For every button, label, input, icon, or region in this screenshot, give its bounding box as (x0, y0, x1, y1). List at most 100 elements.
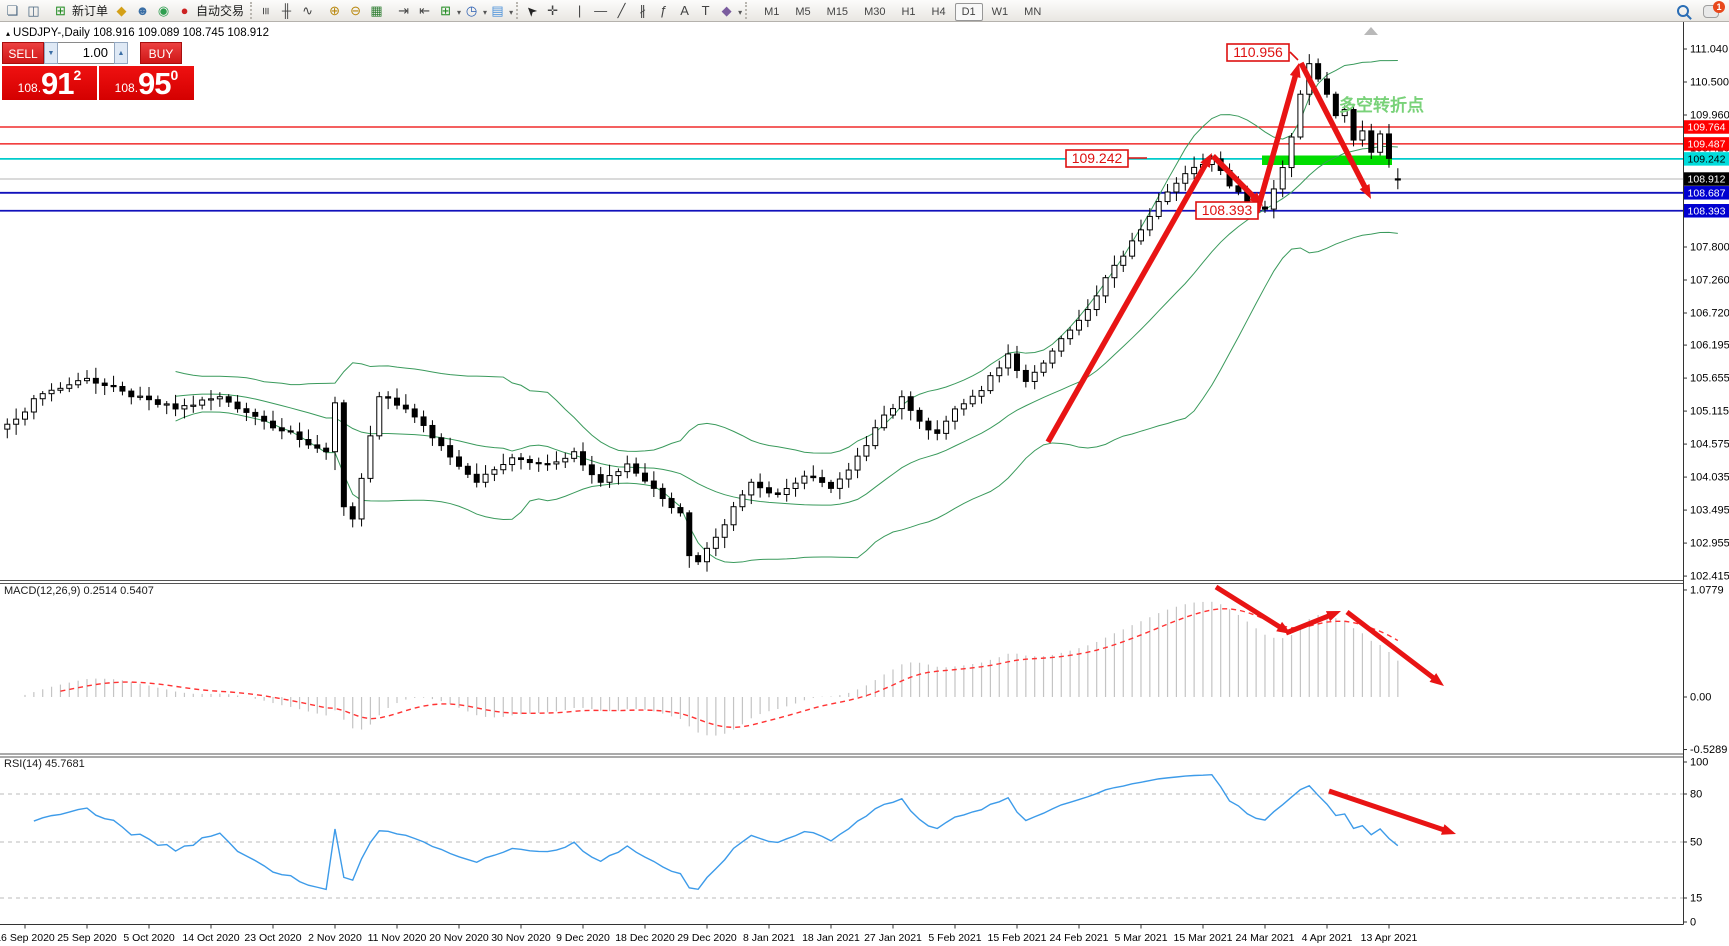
date-label[interactable]: 13 Apr 2021 (1361, 932, 1418, 944)
arrows-shapes-icon[interactable]: ◆ (717, 2, 736, 20)
volume-input[interactable]: 1.00 (58, 42, 114, 64)
trend-arrow-head[interactable] (1441, 824, 1456, 834)
date-label[interactable]: 5 Mar 2021 (1114, 932, 1167, 944)
tile-windows-icon[interactable]: ▦ (367, 2, 386, 20)
timeframe-mn[interactable]: MN (1017, 3, 1048, 21)
new-chart-window-icon[interactable]: ❏ (3, 2, 22, 20)
autotrading-button[interactable]: ● (175, 2, 194, 20)
zoom-in-icon[interactable]: ⊕ (325, 2, 344, 20)
signals-icon[interactable]: ◉ (154, 2, 173, 20)
candle-body (1130, 241, 1135, 256)
trendline-icon[interactable]: ╱ (612, 2, 631, 20)
date-label[interactable]: 25 Sep 2020 (57, 932, 117, 944)
date-label[interactable]: 27 Jan 2021 (864, 932, 922, 944)
search-icon[interactable] (1677, 5, 1689, 17)
equidistant-channel-icon[interactable]: ∦ (633, 2, 652, 20)
buy-price-box[interactable]: 108. 95 0 (99, 66, 194, 100)
new-order-button-label[interactable]: 新订单 (72, 4, 108, 18)
vertical-line-icon[interactable]: | (570, 2, 589, 20)
text-icon[interactable]: A (675, 2, 694, 20)
history-center-icon[interactable]: ◆ (112, 2, 131, 20)
timeframe-m15[interactable]: M15 (820, 3, 855, 21)
date-label[interactable]: 9 Dec 2020 (556, 932, 610, 944)
trend-arrow[interactable] (1048, 161, 1208, 442)
date-label[interactable]: 30 Nov 2020 (491, 932, 551, 944)
timeframe-h1[interactable]: H1 (894, 3, 922, 21)
timeframe-d1[interactable]: D1 (955, 3, 983, 21)
candle-body (111, 385, 116, 386)
green-zone-bar[interactable] (1262, 156, 1392, 166)
trend-arrow-head[interactable] (1326, 611, 1341, 621)
indicators-icon-caret[interactable]: ▾ (457, 8, 461, 17)
templates-icon[interactable]: ▤ (488, 2, 507, 20)
sell-price-box[interactable]: 108. 91 2 (2, 66, 97, 100)
scroll-marker-icon[interactable] (1364, 27, 1378, 35)
price-tick-label: 106.720 (1690, 307, 1729, 319)
periods-icon[interactable]: ◷ (462, 2, 481, 20)
candle-body (1032, 372, 1037, 381)
autotrading-button-label[interactable]: 自动交易 (196, 4, 244, 18)
date-label[interactable]: 18 Dec 2020 (615, 932, 675, 944)
candle-body (1316, 64, 1321, 79)
main-toolbar: ❏◫⊞新订单◆☻◉●自动交易≡╫∿⊕⊖▦⇥⇤⊞▾◷▾▤▾➤✛|—╱∦ƒAT◆▾M… (0, 0, 1729, 22)
candle-body (979, 391, 984, 397)
chart-profiles-icon[interactable]: ◫ (24, 2, 43, 20)
date-label[interactable]: 5 Feb 2021 (928, 932, 981, 944)
arrows-shapes-icon-caret[interactable]: ▾ (738, 8, 742, 17)
periods-icon-caret[interactable]: ▾ (483, 8, 487, 17)
sell-button[interactable]: SELL (2, 42, 44, 64)
auto-scroll-icon[interactable]: ⇥ (394, 2, 413, 20)
date-label[interactable]: 29 Dec 2020 (677, 932, 737, 944)
date-label[interactable]: 15 Feb 2021 (988, 932, 1047, 944)
date-label[interactable]: 11 Nov 2020 (368, 932, 427, 944)
volume-increase-button[interactable]: ▲ (114, 42, 128, 64)
crosshair-icon[interactable]: ✛ (543, 2, 562, 20)
candle-body (1112, 265, 1117, 277)
price-annotation-text: 108.393 (1202, 202, 1253, 218)
date-label[interactable]: 16 Sep 2020 (0, 932, 55, 944)
date-label[interactable]: 24 Feb 2021 (1050, 932, 1109, 944)
timeframe-w1[interactable]: W1 (985, 3, 1016, 21)
trend-arrow[interactable] (1329, 791, 1447, 831)
new-order-button[interactable]: ⊞ (51, 2, 70, 20)
chart-shift-icon[interactable]: ⇤ (415, 2, 434, 20)
text-label-icon[interactable]: T (696, 2, 715, 20)
turning-point-note[interactable]: 多空转折点 (1339, 95, 1424, 115)
buy-button[interactable]: BUY (140, 42, 182, 64)
timeframe-h4[interactable]: H4 (925, 3, 953, 21)
bar-chart-icon[interactable]: ≡ (257, 1, 275, 20)
zoom-out-icon[interactable]: ⊖ (346, 2, 365, 20)
trend-arrow[interactable] (1216, 587, 1283, 629)
date-label[interactable]: 4 Apr 2021 (1302, 932, 1353, 944)
date-label[interactable]: 24 Mar 2021 (1236, 932, 1295, 944)
date-label[interactable]: 15 Mar 2021 (1174, 932, 1233, 944)
timeframe-m5[interactable]: M5 (788, 3, 817, 21)
community-icon[interactable]: ☻ (133, 2, 152, 20)
templates-icon-caret[interactable]: ▾ (509, 8, 513, 17)
price-tick-label: 111.040 (1690, 44, 1728, 56)
indicators-icon[interactable]: ⊞ (436, 2, 455, 20)
date-label[interactable]: 8 Jan 2021 (743, 932, 795, 944)
candle-body (31, 399, 36, 412)
horizontal-line-icon[interactable]: — (591, 2, 610, 20)
date-label[interactable]: 2 Nov 2020 (308, 932, 362, 944)
fibonacci-icon[interactable]: ƒ (654, 2, 673, 20)
chart-canvas[interactable]: 110.956109.242108.393多空转折点111.040110.500… (0, 0, 1729, 946)
cursor-icon[interactable]: ➤ (518, 0, 544, 24)
trade-prices-row: 108. 91 2 108. 95 0 (2, 66, 198, 100)
collapse-triangle-icon[interactable]: ▴ (6, 29, 10, 38)
date-label[interactable]: 14 Oct 2020 (182, 932, 239, 944)
date-label[interactable]: 20 Nov 2020 (429, 932, 489, 944)
chat-icon[interactable]: 1 (1703, 5, 1719, 18)
candlestick-chart-icon[interactable]: ╫ (277, 2, 296, 20)
price-tick-label: 104.575 (1690, 439, 1729, 451)
timeframe-m1[interactable]: M1 (757, 3, 786, 21)
date-label[interactable]: 23 Oct 2020 (244, 932, 301, 944)
volume-decrease-button[interactable]: ▼ (44, 42, 58, 64)
trend-arrow-head[interactable] (1290, 63, 1301, 78)
line-chart-icon[interactable]: ∿ (298, 2, 317, 20)
date-label[interactable]: 18 Jan 2021 (802, 932, 860, 944)
timeframe-m30[interactable]: M30 (857, 3, 892, 21)
date-label[interactable]: 5 Oct 2020 (123, 932, 175, 944)
trend-arrow[interactable] (1347, 612, 1437, 681)
